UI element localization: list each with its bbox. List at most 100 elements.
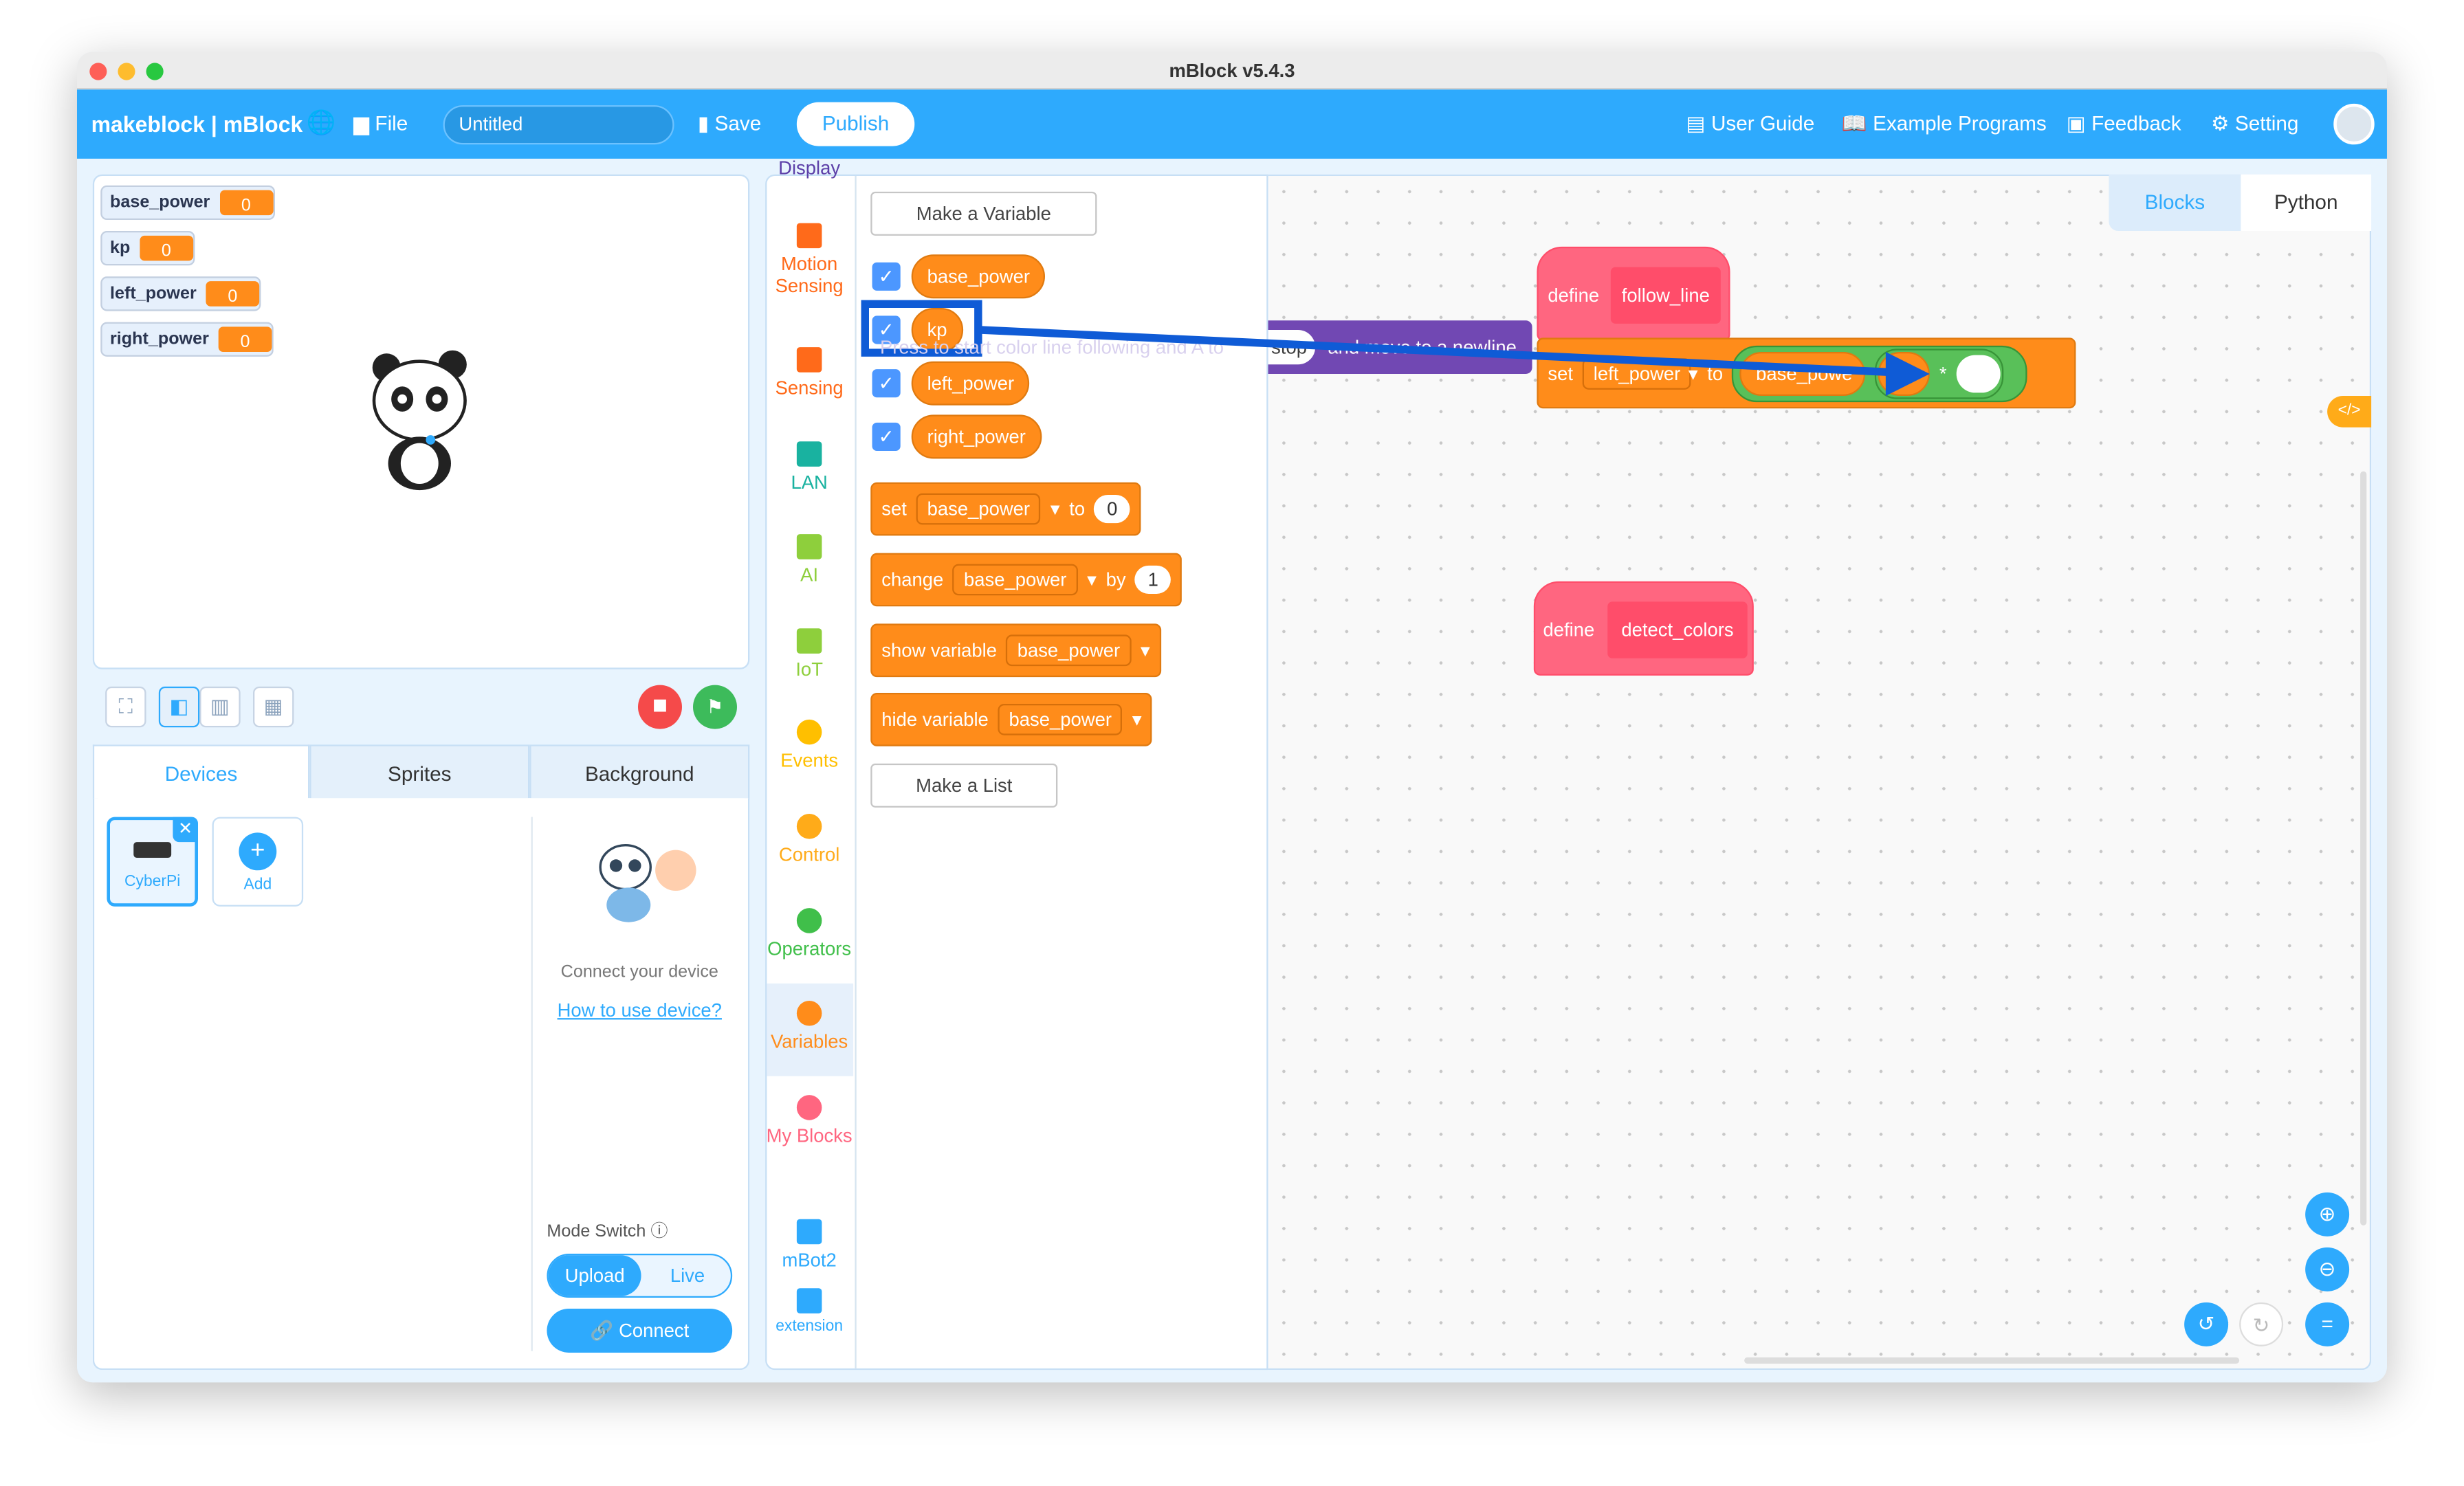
connect-button[interactable]: 🔗 Connect xyxy=(547,1308,733,1353)
category-icon xyxy=(796,719,822,745)
small-stage-button[interactable]: ◧ xyxy=(158,686,200,728)
tab-sprites[interactable]: Sprites xyxy=(309,744,530,800)
setting-menu[interactable]: ⚙ Setting xyxy=(2211,89,2298,159)
category-icon xyxy=(796,1219,822,1245)
save-icon: ▮ xyxy=(697,111,710,135)
vertical-scrollbar[interactable] xyxy=(2360,471,2367,1226)
category-icon xyxy=(796,534,822,559)
category-label: My Blocks xyxy=(766,1124,852,1147)
project-name-input[interactable]: Untitled xyxy=(443,105,674,145)
close-window-button[interactable] xyxy=(89,63,107,80)
make-variable-button[interactable]: Make a Variable xyxy=(870,191,1097,236)
category-icon xyxy=(796,1000,822,1026)
category-label: LAN xyxy=(791,471,828,494)
variable-reporter-base_power[interactable]: base_power xyxy=(911,254,1046,299)
device-label: CyberPi xyxy=(124,873,181,891)
book-icon: 📖 xyxy=(1841,111,1867,135)
device-cyberpi[interactable]: CyberPi ✕ xyxy=(107,817,198,907)
make-list-button[interactable]: Make a List xyxy=(870,763,1058,808)
variable-checkbox[interactable]: ✓ xyxy=(872,369,901,398)
stage[interactable]: base_power 0 kp 0 left_power 0 right_power 0 xyxy=(92,174,750,669)
zoom-in-button[interactable]: ⊕ xyxy=(2305,1192,2350,1237)
show-variable-block[interactable]: show variable base_power ▾ xyxy=(870,623,1161,678)
upload-mode-button[interactable]: Upload xyxy=(548,1255,641,1296)
monitor-right-power: right_power 0 xyxy=(100,322,274,357)
variable-reporter-left_power[interactable]: left_power xyxy=(911,361,1030,406)
gear-icon: ⚙ xyxy=(2210,111,2230,135)
category-icon xyxy=(796,908,822,933)
connect-hint: Connect your device xyxy=(560,963,718,982)
ghost-display-block: stop and move to a newline xyxy=(1268,320,1532,374)
category-icon xyxy=(796,628,822,654)
category-label: Operators xyxy=(767,938,852,960)
file-menu[interactable]: ▆ File xyxy=(353,89,408,159)
zoom-reset-button[interactable]: = xyxy=(2305,1302,2350,1346)
undo-button[interactable]: ↺ xyxy=(2184,1302,2229,1346)
setting-label: Setting xyxy=(2234,111,2299,135)
tab-python[interactable]: Python xyxy=(2241,174,2372,231)
save-button[interactable]: ▮ Save xyxy=(698,89,761,159)
category-operators[interactable]: Operators xyxy=(765,908,853,960)
minimize-window-button[interactable] xyxy=(118,63,135,80)
tab-blocks[interactable]: Blocks xyxy=(2109,174,2241,231)
feedback-link[interactable]: ▣ Feedback xyxy=(2067,89,2181,159)
remove-device-icon[interactable]: ✕ xyxy=(173,817,198,843)
set-variable-block[interactable]: set base_power ▾ to 0 xyxy=(870,482,1141,536)
define-follow-line-block[interactable]: define follow_line xyxy=(1537,246,1730,341)
folder-icon: ▆ xyxy=(353,111,370,135)
add-device-button[interactable]: + Add xyxy=(212,817,304,907)
category-control[interactable]: Control xyxy=(765,813,853,866)
variable-reporter-right_power[interactable]: right_power xyxy=(911,414,1042,459)
category-label: extension xyxy=(776,1318,844,1335)
stop-button[interactable]: ■ xyxy=(637,685,682,729)
zoom-out-button[interactable]: ⊖ xyxy=(2305,1247,2350,1291)
tab-background[interactable]: Background xyxy=(529,744,750,800)
category-icon xyxy=(796,347,822,373)
avatar[interactable] xyxy=(2333,103,2375,145)
link-icon: 🔗 xyxy=(590,1319,614,1342)
user-guide-link[interactable]: ▤ User Guide xyxy=(1686,89,1815,159)
define-detect-colors-block[interactable]: define detect_colors xyxy=(1533,581,1754,676)
category-ai[interactable]: AI xyxy=(765,534,853,586)
variable-checkbox[interactable]: ✓ xyxy=(872,262,901,291)
category-lan[interactable]: LAN xyxy=(765,441,853,494)
zoom-window-button[interactable] xyxy=(146,63,164,80)
tab-devices[interactable]: Devices xyxy=(92,744,310,800)
category-extension[interactable]: extension xyxy=(765,1288,853,1335)
ghost-text: Press to start color line following and … xyxy=(879,336,1224,359)
how-to-use-device-link[interactable]: How to use device? xyxy=(529,999,749,1021)
category-iot[interactable]: IoT xyxy=(765,628,853,680)
example-programs-link[interactable]: 📖 Example Programs xyxy=(1842,89,2047,159)
category-mbot2[interactable]: mBot2 xyxy=(765,1219,853,1271)
category-my-blocks[interactable]: My Blocks xyxy=(765,1095,853,1147)
category-sensing[interactable]: Sensing xyxy=(765,347,853,399)
user-guide-label: User Guide xyxy=(1710,111,1815,135)
monitor-base-power: base_power 0 xyxy=(100,185,275,220)
category-display[interactable]: Display xyxy=(765,157,853,179)
set-left-power-block[interactable]: set left_power ▾ to base_powe kp * xyxy=(1537,337,2076,409)
category-motion-sensing[interactable]: Motion Sensing xyxy=(765,223,853,297)
category-events[interactable]: Events xyxy=(765,719,853,771)
redo-button[interactable]: ↻ xyxy=(2239,1302,2284,1346)
green-flag-button[interactable]: ⚑ xyxy=(692,685,737,729)
add-label: Add xyxy=(243,876,272,894)
category-label: Control xyxy=(778,843,840,866)
cyberpi-icon xyxy=(133,842,172,858)
change-variable-block[interactable]: change base_power ▾ by 1 xyxy=(870,553,1182,607)
panda-sprite[interactable] xyxy=(364,346,474,495)
mode-switch[interactable]: Upload Live xyxy=(547,1253,734,1298)
category-variables[interactable]: Variables xyxy=(765,1000,853,1052)
fullscreen-button[interactable]: ⛶ xyxy=(105,686,146,728)
large-stage-button[interactable]: ▥ xyxy=(199,686,241,728)
live-mode-button[interactable]: Live xyxy=(641,1255,734,1296)
code-toggle-icon[interactable]: </> xyxy=(2327,395,2372,428)
horizontal-scrollbar[interactable] xyxy=(1744,1357,2240,1364)
grid-view-button[interactable]: ▦ xyxy=(252,686,294,728)
chat-icon: ▣ xyxy=(2066,111,2086,135)
monitor-left-power: left_power 0 xyxy=(100,276,261,311)
publish-button[interactable]: Publish xyxy=(796,102,915,146)
variable-checkbox[interactable]: ✓ xyxy=(872,422,901,451)
language-globe-icon[interactable]: 🌐 xyxy=(307,89,336,159)
hide-variable-block[interactable]: hide variable base_power ▾ xyxy=(870,692,1153,746)
examples-label: Example Programs xyxy=(1873,111,2047,135)
